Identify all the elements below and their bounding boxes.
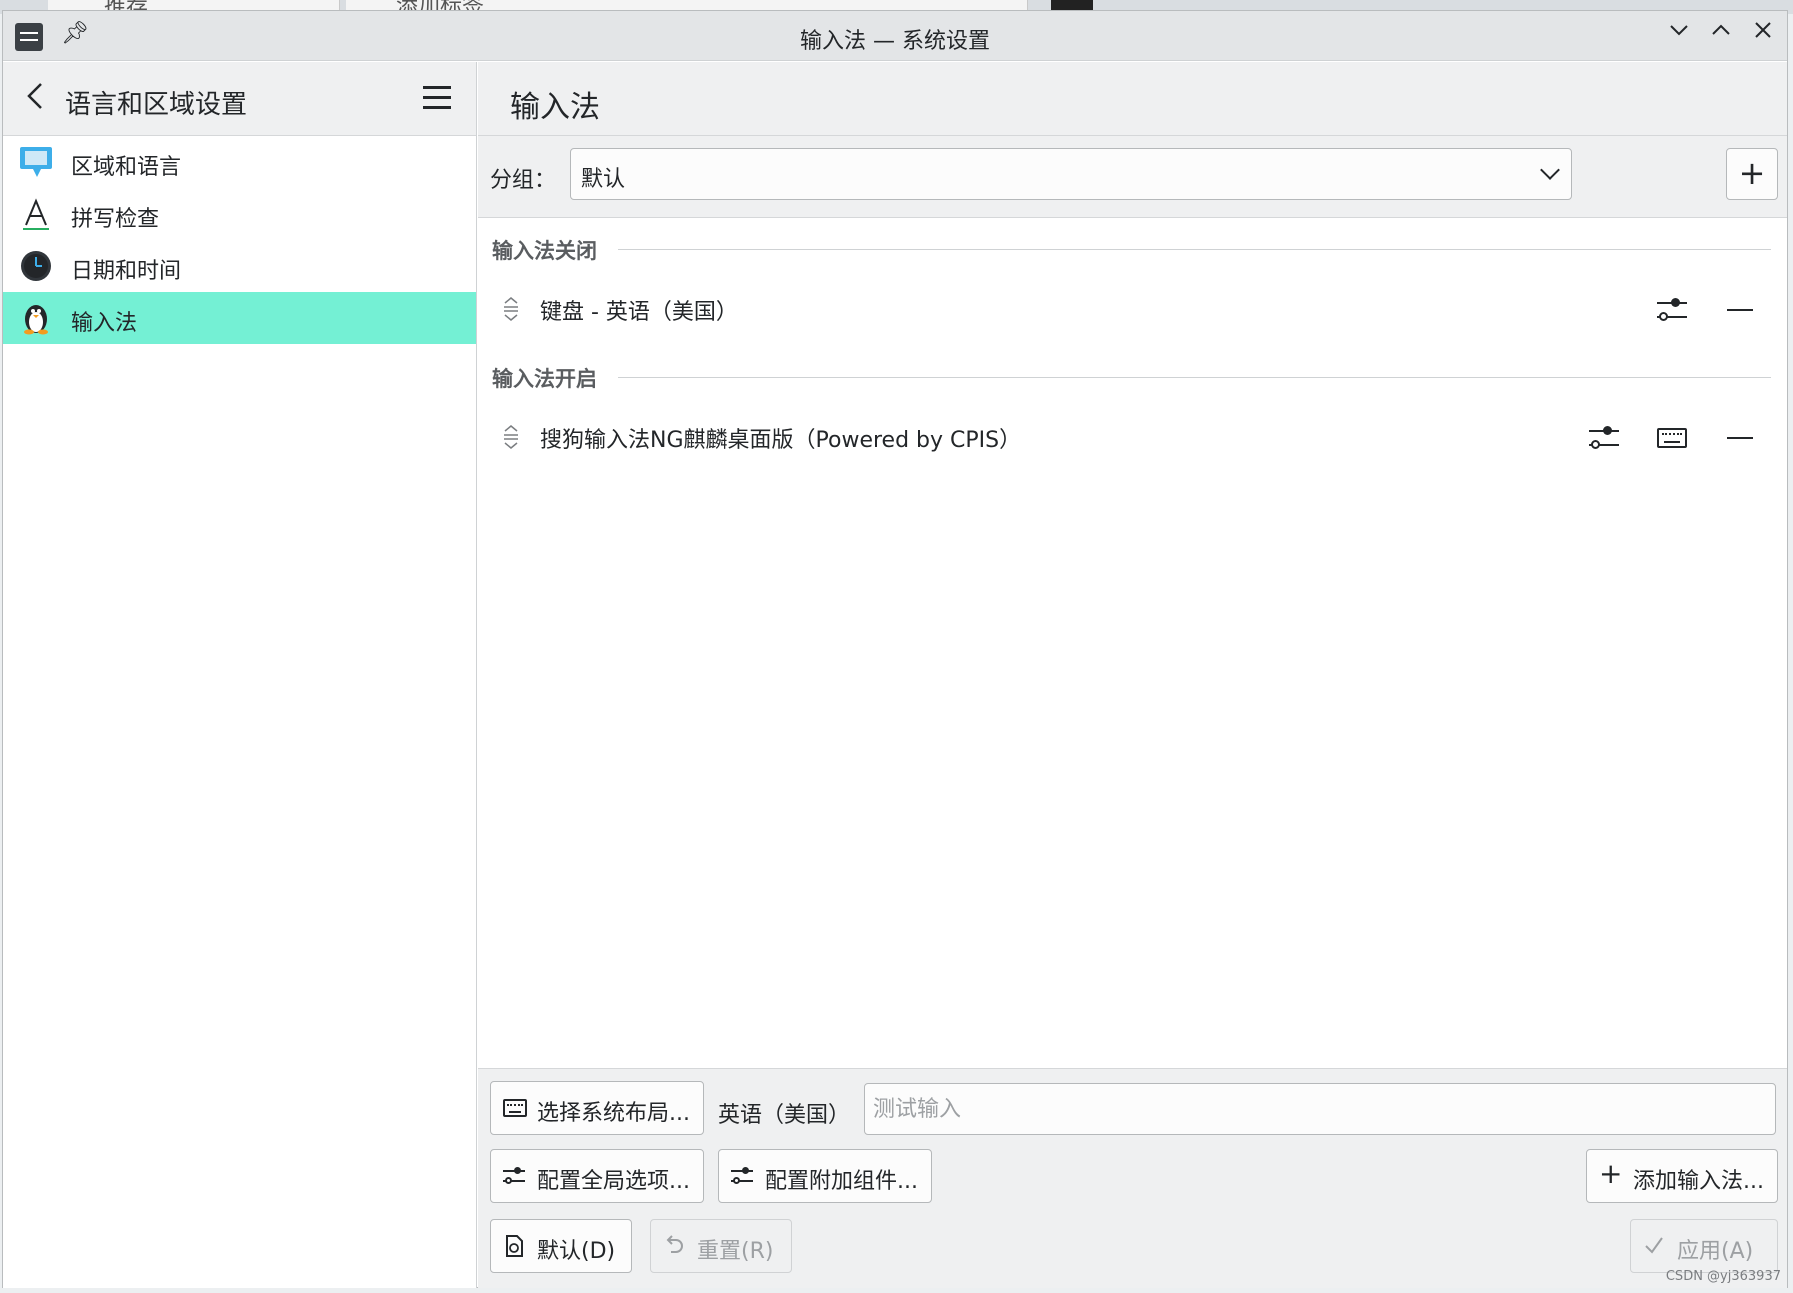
title-bar: 📌︎ 输入法 — 系统设置: [3, 11, 1787, 61]
page-title: 输入法: [510, 90, 600, 125]
watermark: CSDN @yj363937: [1665, 1269, 1781, 1284]
section-active: 输入法开启: [478, 346, 1787, 402]
chevron-left-icon: [27, 83, 42, 109]
sidebar-item-label: 输入法: [71, 311, 138, 336]
remove-button[interactable]: [1720, 420, 1760, 456]
configure-button[interactable]: [1584, 420, 1624, 456]
configure-icon: [1657, 296, 1687, 324]
configure-icon: [731, 1166, 753, 1186]
reset-button[interactable]: 重置(R): [650, 1219, 792, 1273]
add-input-method-button[interactable]: + 添加输入法...: [1586, 1149, 1778, 1203]
group-label: 分组：: [490, 168, 557, 193]
group-select[interactable]: 默认: [570, 148, 1572, 200]
section-divider: [618, 377, 1771, 378]
close-button[interactable]: [1747, 19, 1779, 51]
section-title: 输入法开启: [492, 367, 597, 391]
chevron-down-icon: [1540, 160, 1560, 180]
remove-button[interactable]: [1720, 292, 1760, 328]
drag-handle-icon[interactable]: [502, 296, 520, 323]
input-method-row[interactable]: 搜狗输入法NG麒麟桌面版（Powered by CPIS）: [478, 402, 1787, 482]
sidebar-item-label: 日期和时间: [71, 259, 182, 284]
bottom-toolbar: 选择系统布局... 英语（美国） 配置全局选项... 配置附加组件... + 添…: [478, 1068, 1787, 1288]
current-layout-label: 英语（美国）: [718, 1103, 851, 1128]
letter-a-icon: [19, 197, 53, 231]
defaults-button[interactable]: 默认(D): [490, 1219, 632, 1273]
main-panel: 输入法 分组： 默认 + 输入法关闭 键盘 - 英语（美国） 输入法开启 搜狗输…: [478, 62, 1787, 1288]
clock-icon: [19, 249, 53, 283]
chevron-down-icon: [1670, 25, 1688, 36]
section-title: 输入法关闭: [492, 239, 597, 263]
keyboard-icon: [1657, 428, 1687, 448]
minimize-button[interactable]: [1663, 19, 1695, 51]
drag-handle-icon[interactable]: [502, 424, 520, 451]
sidebar-item-spell-check[interactable]: 拼写检查: [3, 188, 476, 240]
maximize-button[interactable]: [1705, 19, 1737, 51]
close-icon: [1755, 22, 1771, 38]
plus-icon: +: [1599, 1157, 1623, 1190]
plus-icon: +: [1738, 154, 1766, 192]
minus-icon: [1727, 309, 1753, 311]
minus-icon: [1727, 437, 1753, 439]
configure-icon: [503, 1166, 525, 1186]
input-method-name: 键盘 - 英语（美国）: [540, 300, 738, 325]
hamburger-menu-button[interactable]: [423, 86, 451, 110]
document-reset-icon: [503, 1234, 527, 1258]
chat-bubble-icon: [19, 145, 53, 179]
window-title: 输入法 — 系统设置: [800, 29, 990, 54]
configure-icon: [1589, 424, 1619, 452]
input-method-name: 搜狗输入法NG麒麟桌面版（Powered by CPIS）: [540, 428, 1022, 453]
keyboard-icon: [503, 1099, 527, 1117]
configure-addons-button[interactable]: 配置附加组件...: [718, 1149, 932, 1203]
configure-global-options-button[interactable]: 配置全局选项...: [490, 1149, 704, 1203]
keyboard-layout-button[interactable]: [1652, 420, 1692, 456]
sidebar-item-label: 拼写检查: [71, 207, 160, 232]
sidebar-title: 语言和区域设置: [65, 90, 248, 120]
sidebar-item-date-time[interactable]: 日期和时间: [3, 240, 476, 292]
group-select-value: 默认: [581, 167, 626, 192]
group-row: 分组： 默认 +: [478, 136, 1787, 218]
penguin-icon: [19, 301, 53, 335]
undo-icon: [663, 1234, 687, 1258]
sidebar-item-input-method[interactable]: 输入法: [3, 292, 476, 344]
sidebar: 语言和区域设置 区域和语言 拼写检查 日期和时间 输入法: [3, 62, 477, 1288]
apply-button[interactable]: 应用(A): [1630, 1219, 1778, 1273]
select-layout-button[interactable]: 选择系统布局...: [490, 1081, 704, 1135]
test-input-field[interactable]: [864, 1083, 1776, 1135]
sidebar-item-region-language[interactable]: 区域和语言: [3, 136, 476, 188]
settings-window: 📌︎ 输入法 — 系统设置 语言和区域设置 区域和语言 拼写检查 日期和时间 输…: [2, 10, 1788, 1288]
section-inactive: 输入法关闭: [478, 218, 1787, 274]
add-group-button[interactable]: +: [1726, 148, 1778, 200]
main-header: 输入法: [478, 62, 1787, 136]
back-button[interactable]: [23, 78, 47, 122]
section-divider: [618, 249, 1771, 250]
checkmark-icon: [1643, 1234, 1667, 1258]
configure-button[interactable]: [1652, 292, 1692, 328]
chevron-up-icon: [1712, 24, 1730, 35]
input-method-row[interactable]: 键盘 - 英语（美国）: [478, 274, 1787, 354]
sidebar-item-label: 区域和语言: [71, 155, 182, 180]
sidebar-header: 语言和区域设置: [3, 62, 476, 136]
